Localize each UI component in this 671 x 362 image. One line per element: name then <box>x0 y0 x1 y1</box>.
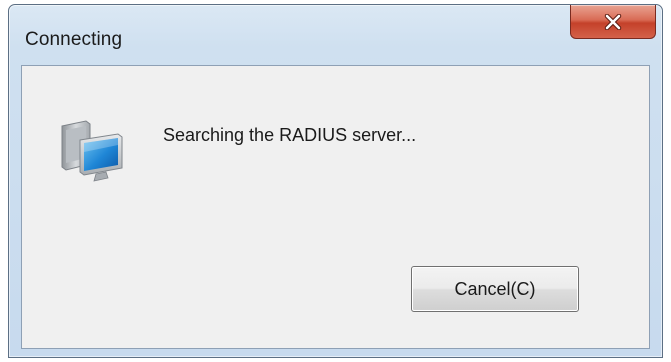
dialog-content: Searching the RADIUS server... Cancel(C) <box>21 65 650 349</box>
status-message: Searching the RADIUS server... <box>163 125 417 145</box>
cancel-button[interactable]: Cancel(C) <box>411 266 579 312</box>
connecting-dialog-window: Connecting Searching the RADIUS server..… <box>8 4 663 358</box>
close-x-icon <box>604 13 622 30</box>
title-bar[interactable]: Connecting <box>9 5 662 65</box>
close-button[interactable] <box>570 5 656 39</box>
window-title: Connecting <box>25 29 123 50</box>
computer-monitor-icon <box>56 118 130 184</box>
